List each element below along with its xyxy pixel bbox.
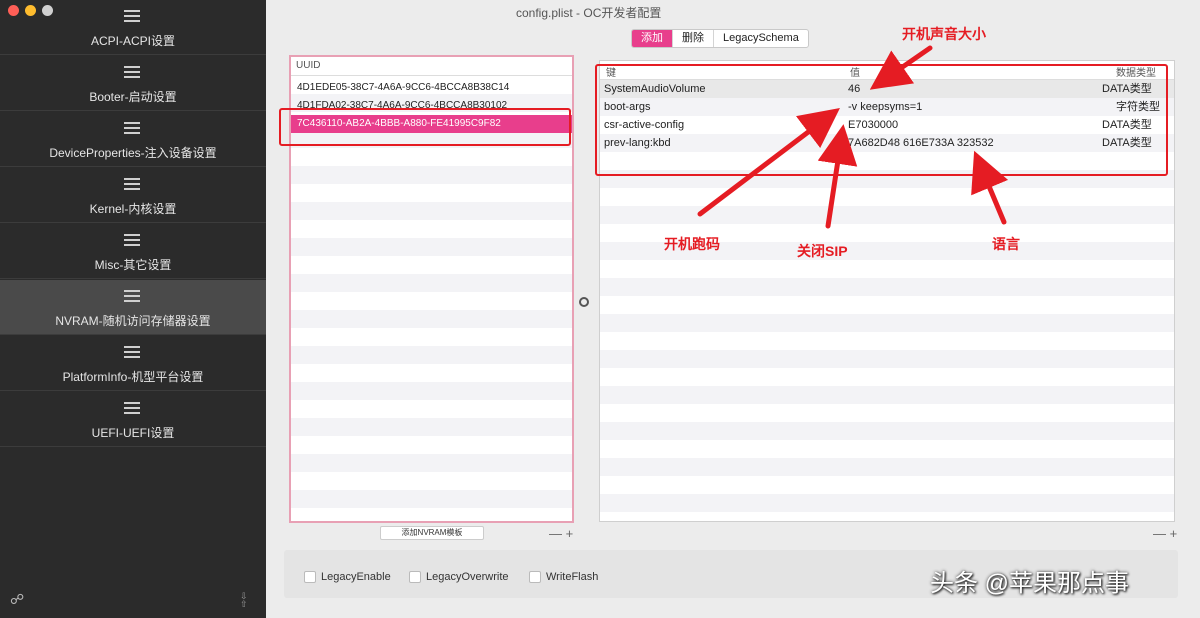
arrow-lang — [971, 150, 1009, 225]
arrow-sip — [817, 124, 858, 229]
arrow-volume — [869, 45, 933, 90]
annotation-lang: 语言 — [992, 236, 1020, 252]
watermark: 头条 @苹果那点事 — [930, 570, 1130, 597]
annotation-arrows — [697, 45, 1009, 229]
annotation-bootargs: 开机跑码 — [664, 236, 720, 252]
annotation-volume: 开机声音大小 — [902, 26, 986, 42]
arrow-bootargs — [697, 107, 840, 217]
annotation-sip: 关闭SIP — [797, 243, 848, 259]
